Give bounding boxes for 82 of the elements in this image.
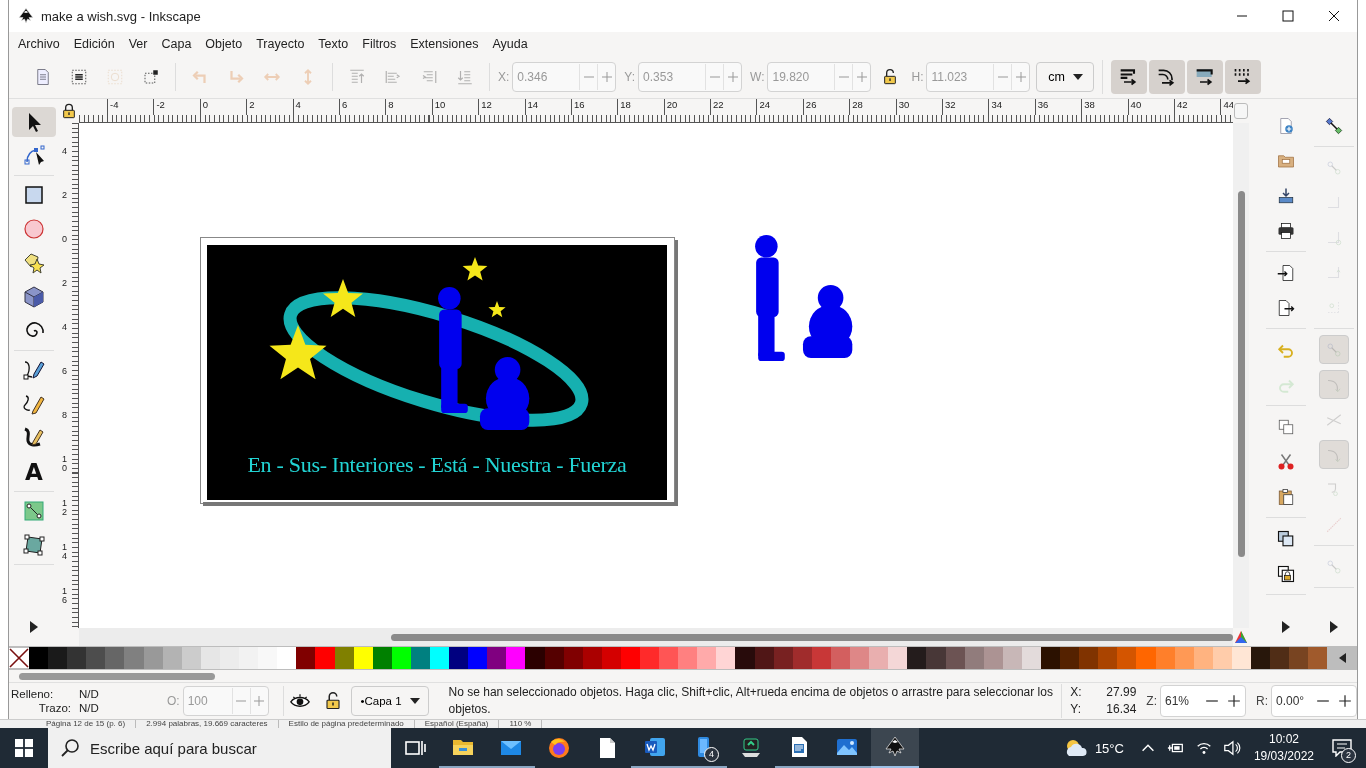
menu-item[interactable]: Ver	[121, 37, 155, 51]
ruler-label: 4	[61, 323, 68, 334]
ruler-label: 0	[199, 99, 247, 115]
ruler-label: 0	[61, 235, 68, 246]
ruler-label: 14	[61, 543, 68, 564]
menu-item[interactable]: Objeto	[198, 37, 250, 51]
field-value: 19.820	[771, 70, 811, 84]
fill-value: N/D	[79, 688, 100, 700]
ruler-label: 38	[1081, 99, 1128, 115]
layer-dropdown[interactable]: •Capa 1	[351, 686, 429, 716]
field-label: O:	[167, 694, 180, 708]
ruler-label: 36	[1034, 99, 1082, 115]
menu-item[interactable]: Extensiones	[403, 37, 486, 51]
rotation-field[interactable]: 0.00°	[1271, 685, 1357, 717]
fill-label: Relleno:	[11, 688, 55, 700]
clock-date: 19/03/2022	[1253, 748, 1314, 765]
ruler-label: 40	[1127, 99, 1174, 115]
ruler-label: 2	[246, 99, 293, 115]
field-value: 0.346	[516, 70, 549, 84]
ruler-label: 2	[61, 279, 68, 290]
ruler-label: 4	[61, 147, 68, 158]
field-label: R:	[1256, 694, 1268, 708]
ruler-label: 6	[61, 367, 68, 378]
field-label: W:	[750, 70, 765, 84]
coordinate-value: 16.34	[1105, 701, 1137, 718]
field-value: 0.00°	[1275, 694, 1306, 708]
status-message: No se han seleccionado objetos. Haga clic, Shift+clic, Alt+rueda encima de objetos o arrastre para seleccionar los objetos.	[448, 684, 1054, 718]
ruler-label: 30	[895, 99, 943, 115]
ruler-label: 6	[338, 99, 386, 115]
menu-item[interactable]: Capa	[154, 37, 199, 51]
menu-item[interactable]: Filtros	[355, 37, 404, 51]
stroke-label: Trazo:	[37, 702, 72, 714]
coordinate-value: 27.99	[1105, 684, 1137, 701]
menu-item[interactable]: Texto	[311, 37, 356, 51]
field-label: X:	[498, 70, 510, 84]
ruler-label: 26	[802, 99, 850, 115]
field-label: Y:	[624, 70, 636, 84]
ruler-label: 18	[617, 99, 664, 115]
ruler-label: 20	[663, 99, 711, 115]
field-value: 61%	[1164, 694, 1190, 708]
ruler-label: -4	[107, 99, 154, 115]
window-title: make a wish.svg - Inkscape	[41, 8, 202, 24]
ruler-label: 2	[61, 191, 68, 202]
ruler-label: 42	[1174, 99, 1221, 115]
ruler-label: 34	[988, 99, 1035, 115]
count-badge: 2	[1341, 748, 1356, 763]
ruler-label: 8	[61, 411, 68, 422]
ruler-label: 16	[61, 587, 68, 608]
coordinate-label: Y:	[1070, 701, 1082, 718]
menu-item[interactable]: Trayecto	[249, 37, 312, 51]
menu-item[interactable]: Ayuda	[485, 37, 535, 51]
ruler-label: 24	[756, 99, 803, 115]
phone-taskbar-button[interactable]: 4	[679, 728, 727, 768]
ruler-label: 22	[710, 99, 757, 115]
count-badge: 4	[704, 747, 719, 762]
temperature: 15°C	[1094, 740, 1124, 756]
field-label: Z:	[1146, 694, 1157, 708]
clock-time: 10:02	[1268, 731, 1299, 748]
menu-item[interactable]: Edición	[66, 37, 122, 51]
ruler-label: -2	[153, 99, 200, 115]
ruler-label: 8	[385, 99, 432, 115]
ruler-label: 12	[61, 499, 68, 520]
ruler-label: 14	[524, 99, 571, 115]
field-value: 100	[186, 694, 209, 708]
coordinate-label: X:	[1070, 684, 1083, 701]
ruler-label: 28	[849, 99, 896, 115]
ruler-label: 12	[478, 99, 525, 115]
field-value: 0.353	[642, 70, 675, 84]
notifications-button[interactable]: 2	[1322, 728, 1362, 768]
field-label: H:	[911, 70, 924, 84]
ruler-label: 4	[292, 99, 339, 115]
menu-item[interactable]: Archivo	[11, 37, 67, 51]
field-value: 11.023	[930, 70, 969, 84]
text-tool-button[interactable]: A	[12, 457, 56, 487]
stroke-value: N/D	[79, 702, 100, 714]
ruler-label: 16	[570, 99, 618, 115]
ruler-label: 10	[431, 99, 479, 115]
ruler-label: 32	[942, 99, 989, 115]
search-field[interactable]: Escribe aquí para buscar	[48, 728, 391, 768]
zoom-field[interactable]: 61%	[1160, 685, 1246, 717]
ruler-label: 10	[61, 455, 68, 476]
unit-dropdown[interactable]: cm	[1036, 62, 1095, 92]
